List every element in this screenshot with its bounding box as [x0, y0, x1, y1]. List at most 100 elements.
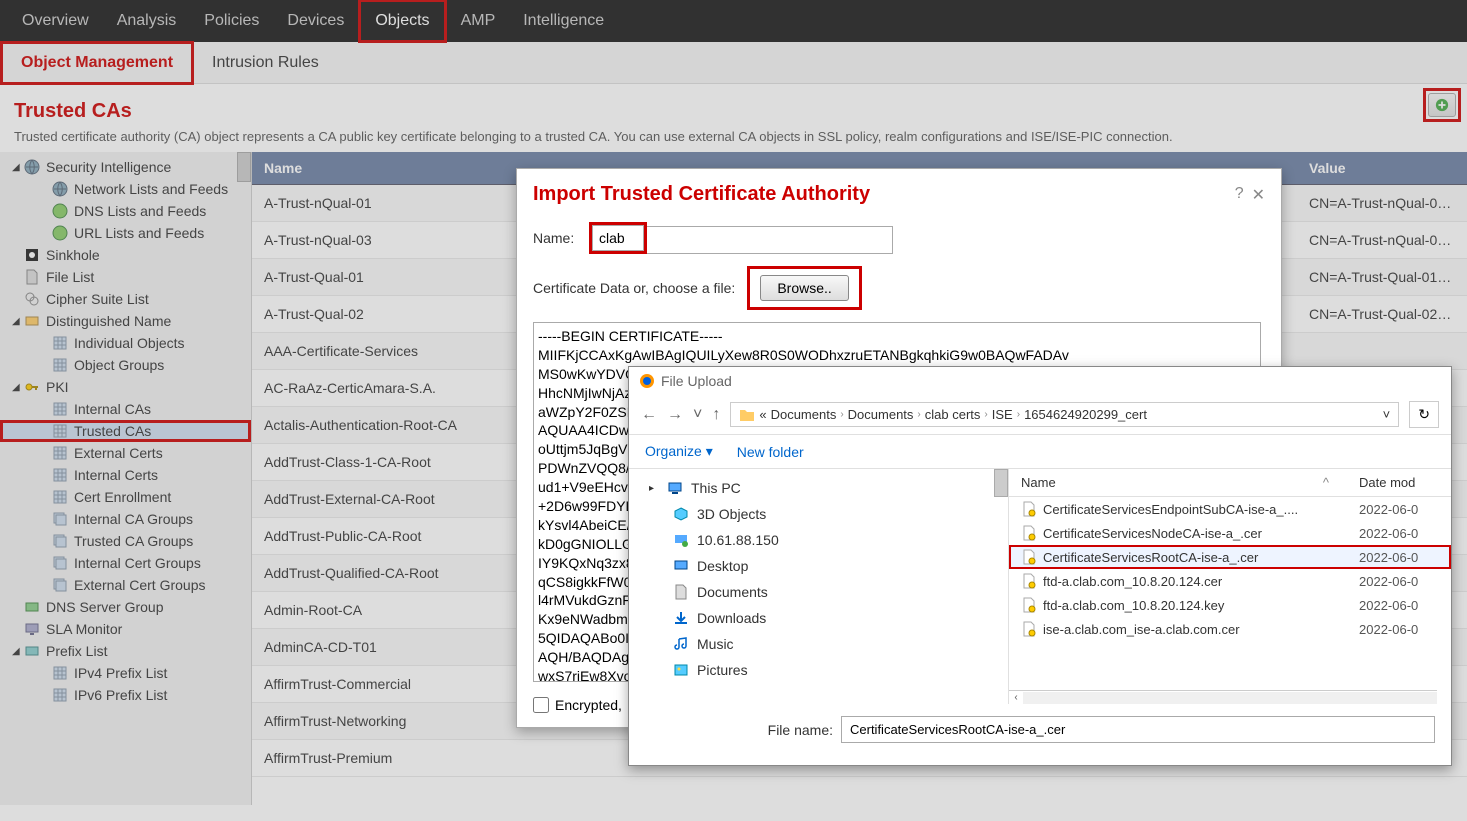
- add-trusted-ca-button[interactable]: [1428, 93, 1456, 117]
- tree-item[interactable]: Object Groups: [0, 354, 251, 376]
- tree-item-label: Cipher Suite List: [46, 291, 149, 307]
- tree-item[interactable]: ◢Distinguished Name: [0, 310, 251, 332]
- tree-item[interactable]: Internal CA Groups: [0, 508, 251, 530]
- file-name: CertificateServicesEndpointSubCA-ise-a_.…: [1043, 502, 1353, 517]
- file-row[interactable]: CertificateServicesNodeCA-ise-a_.cer2022…: [1009, 521, 1451, 545]
- fu-sidebar-label: 3D Objects: [697, 506, 766, 522]
- stack-icon: [52, 577, 68, 593]
- filename-input[interactable]: [841, 716, 1435, 743]
- fu-sidebar-item[interactable]: Downloads: [629, 605, 1008, 631]
- add-trusted-ca-wrap: [1423, 88, 1461, 122]
- breadcrumb[interactable]: « Documents› Documents› clab certs› ISE›…: [730, 402, 1399, 427]
- subtab-intrusion-rules[interactable]: Intrusion Rules: [194, 44, 337, 82]
- fu-sidebar-item[interactable]: 3D Objects: [629, 501, 1008, 527]
- file-row[interactable]: ftd-a.clab.com_10.8.20.124.key2022-06-0: [1009, 593, 1451, 617]
- tree-item[interactable]: Sinkhole: [0, 244, 251, 266]
- new-folder-button[interactable]: New folder: [737, 444, 804, 460]
- encrypted-checkbox[interactable]: [533, 697, 549, 713]
- tree-item[interactable]: Internal Certs: [0, 464, 251, 486]
- object-tree-sidebar[interactable]: ◢Security IntelligenceNetwork Lists and …: [0, 152, 252, 805]
- nav-analysis[interactable]: Analysis: [103, 2, 191, 40]
- file-list-hscrollbar[interactable]: ‹: [1009, 690, 1437, 704]
- tree-item[interactable]: DNS Server Group: [0, 596, 251, 618]
- tree-item-label: Internal CAs: [74, 401, 151, 417]
- tree-item-label: Internal Certs: [74, 467, 158, 483]
- nav-intelligence[interactable]: Intelligence: [509, 2, 618, 40]
- tree-item[interactable]: Internal CAs: [0, 398, 251, 420]
- fu-sidebar-item[interactable]: ▸This PC: [629, 475, 1008, 501]
- file-row[interactable]: ise-a.clab.com_ise-a.clab.com.cer2022-06…: [1009, 617, 1451, 641]
- tree-item[interactable]: IPv4 Prefix List: [0, 662, 251, 684]
- table-row-value: [1297, 333, 1467, 370]
- tree-item[interactable]: ◢Security Intelligence: [0, 156, 251, 178]
- tree-item[interactable]: Individual Objects: [0, 332, 251, 354]
- tree-item[interactable]: Cipher Suite List: [0, 288, 251, 310]
- tree-item[interactable]: ◢Prefix List: [0, 640, 251, 662]
- tree-item[interactable]: Trusted CAs: [0, 420, 251, 442]
- tree-item-label: IPv6 Prefix List: [74, 687, 167, 703]
- table-header-value[interactable]: Value: [1297, 152, 1467, 185]
- fu-sidebar-label: Desktop: [697, 558, 748, 574]
- tree-item[interactable]: Network Lists and Feeds: [0, 178, 251, 200]
- table-row-value: CN=A-Trust-nQual-01, O: [1297, 185, 1467, 222]
- stack-icon: [52, 555, 68, 571]
- subtab-object-management[interactable]: Object Management: [0, 41, 194, 85]
- nav-amp[interactable]: AMP: [447, 2, 510, 40]
- tree-item-label: Cert Enrollment: [74, 489, 171, 505]
- tree-item[interactable]: IPv6 Prefix List: [0, 684, 251, 706]
- nav-recent-icon[interactable]: ˅: [693, 406, 702, 424]
- stack-icon: [52, 533, 68, 549]
- file-row[interactable]: CertificateServicesRootCA-ise-a_.cer2022…: [1009, 545, 1451, 569]
- sidebar-scrollbar[interactable]: [237, 152, 251, 182]
- tree-item[interactable]: ◢PKI: [0, 376, 251, 398]
- nav-objects[interactable]: Objects: [358, 0, 446, 43]
- tree-item[interactable]: URL Lists and Feeds: [0, 222, 251, 244]
- file-header-name[interactable]: Name: [1021, 475, 1323, 490]
- grid-icon: [52, 665, 68, 681]
- tree-item[interactable]: External Certs: [0, 442, 251, 464]
- encrypted-label: Encrypted,: [555, 697, 622, 713]
- file-row[interactable]: CertificateServicesEndpointSubCA-ise-a_.…: [1009, 497, 1451, 521]
- nav-overview[interactable]: Overview: [8, 2, 103, 40]
- tree-item[interactable]: External Cert Groups: [0, 574, 251, 596]
- tree-item[interactable]: File List: [0, 266, 251, 288]
- tree-item-label: External Certs: [74, 445, 163, 461]
- grid-icon: [52, 335, 68, 351]
- grid-icon: [52, 445, 68, 461]
- nav-back-icon[interactable]: ←: [641, 406, 657, 424]
- prefix-icon: [24, 643, 40, 659]
- fu-sidebar-item[interactable]: Pictures: [629, 657, 1008, 683]
- refresh-button[interactable]: ↻: [1409, 401, 1439, 428]
- browse-button[interactable]: Browse..: [760, 275, 848, 301]
- tree-item-label: Individual Objects: [74, 335, 185, 351]
- file-header-date[interactable]: Date mod: [1359, 475, 1439, 490]
- nav-up-icon[interactable]: ↑: [712, 406, 720, 424]
- tree-item[interactable]: Internal Cert Groups: [0, 552, 251, 574]
- nav-forward-icon[interactable]: →: [667, 406, 683, 424]
- tree-item[interactable]: Cert Enrollment: [0, 486, 251, 508]
- name-input-extension[interactable]: [647, 226, 893, 254]
- sub-tabs: Object Management Intrusion Rules: [0, 42, 1467, 84]
- fu-sidebar-label: Documents: [697, 584, 768, 600]
- fu-sidebar-item[interactable]: Music: [629, 631, 1008, 657]
- file-upload-sidebar[interactable]: ▸This PC 3D Objects 10.61.88.150 Desktop Doc…: [629, 469, 1009, 704]
- tree-item-label: Trusted CA Groups: [74, 533, 193, 549]
- nav-policies[interactable]: Policies: [190, 2, 273, 40]
- tree-item[interactable]: DNS Lists and Feeds: [0, 200, 251, 222]
- file-row[interactable]: ftd-a.clab.com_10.8.20.124.cer2022-06-0: [1009, 569, 1451, 593]
- help-icon[interactable]: ?: [1235, 185, 1244, 205]
- nav-devices[interactable]: Devices: [273, 2, 358, 40]
- fu-sidebar-item[interactable]: 10.61.88.150: [629, 527, 1008, 553]
- stack-icon: [52, 511, 68, 527]
- tree-item-label: Distinguished Name: [46, 313, 171, 329]
- fu-sidebar-item[interactable]: Documents: [629, 579, 1008, 605]
- organize-dropdown[interactable]: Organize ▾: [645, 443, 713, 460]
- tree-item[interactable]: SLA Monitor: [0, 618, 251, 640]
- close-icon[interactable]: ✕: [1252, 185, 1265, 205]
- fu-sidebar-item[interactable]: Desktop: [629, 553, 1008, 579]
- tree-item[interactable]: Trusted CA Groups: [0, 530, 251, 552]
- file-upload-dialog: File Upload ← → ˅ ↑ « Documents› Documen…: [628, 366, 1452, 766]
- name-input[interactable]: [592, 225, 644, 251]
- fu-sidebar-scrollbar[interactable]: [994, 469, 1008, 497]
- fu-sidebar-label: Downloads: [697, 610, 766, 626]
